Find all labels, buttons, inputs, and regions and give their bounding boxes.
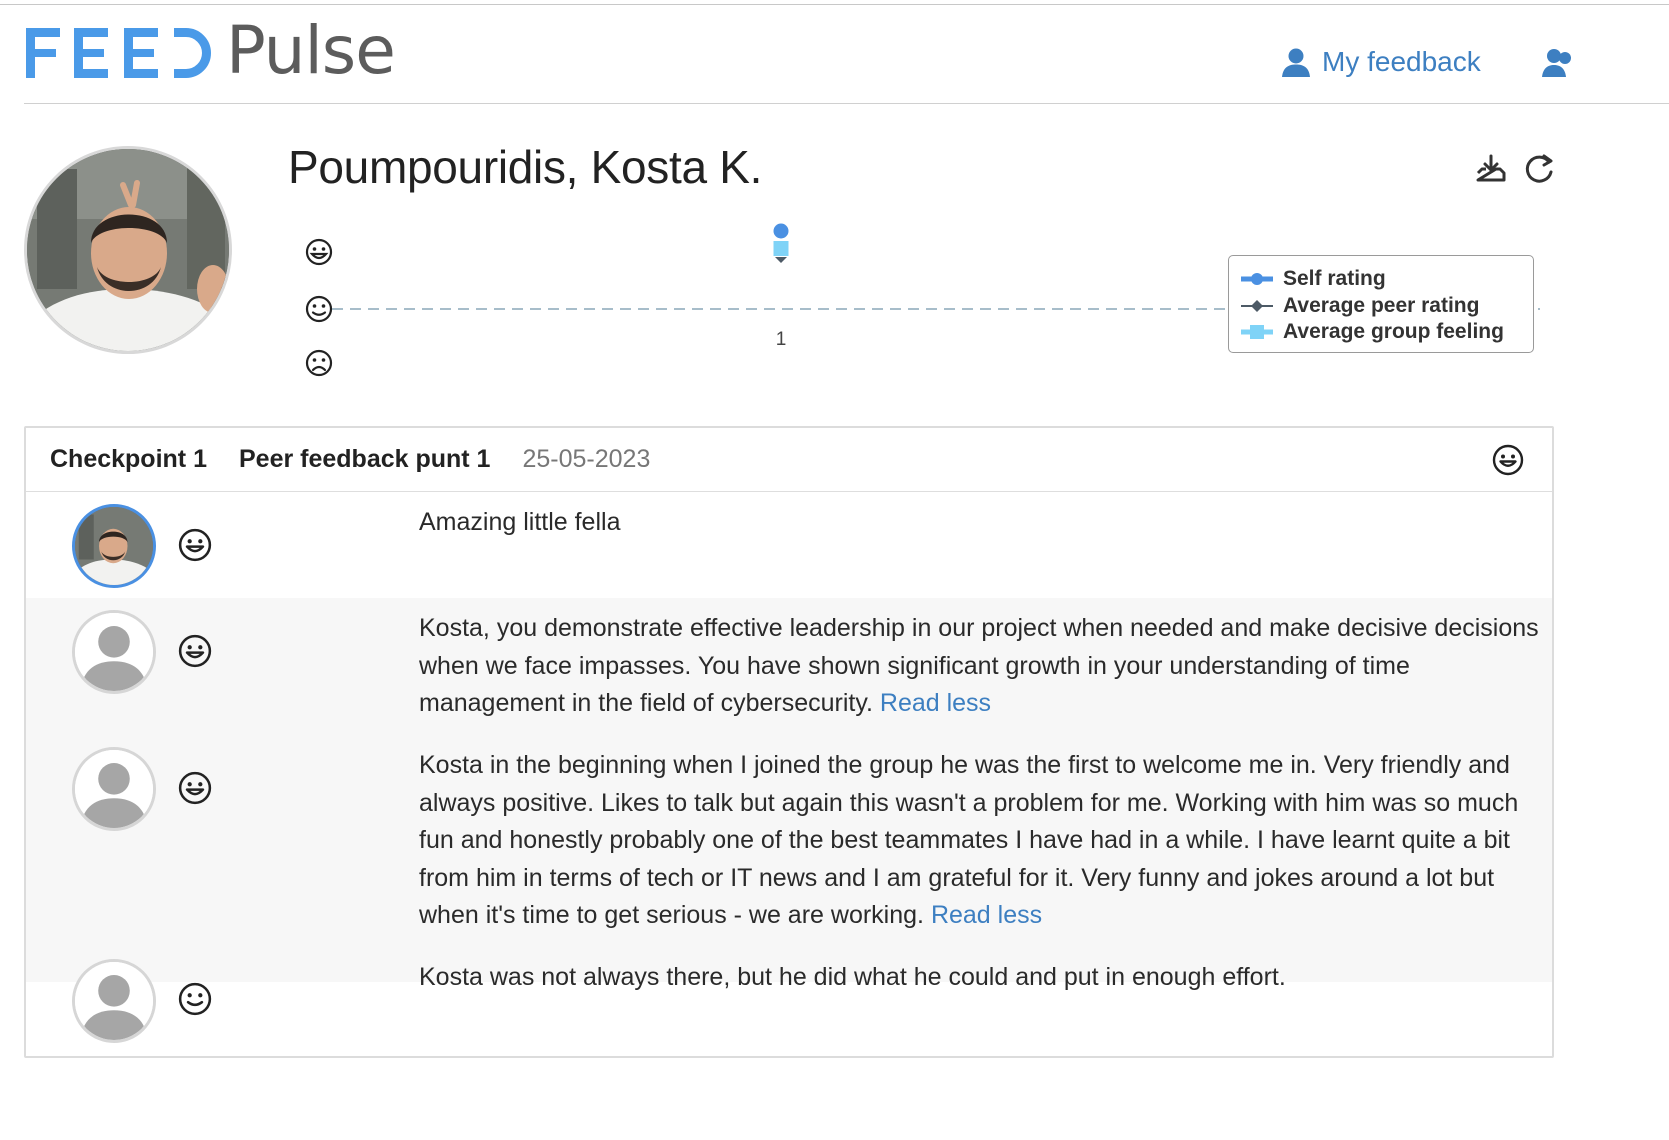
nav-my-feedback-label: My feedback [1322,46,1481,77]
legend-marker-group [1241,325,1273,340]
feedpulse-logo[interactable]: Pulse [24,12,396,89]
default-avatar-icon [75,750,153,828]
feedback-row-group: Kosta, you demonstrate effective leaders… [26,598,1552,1043]
author-avatar-self [72,504,156,588]
feedback-body: Amazing little fella [419,508,621,536]
feedback-text: Kosta, you demonstrate effective leaders… [419,610,1544,723]
feedback-text: Amazing little fella [419,504,1544,542]
checkpoint-date: 25-05-2023 [522,445,651,473]
happy-face-icon [1492,444,1524,476]
feedback-body: Kosta was not always there, but he did w… [419,963,1286,991]
legend-marker-self [1241,273,1273,286]
legend-label-peer: Average peer rating [1283,293,1480,317]
group-feeling-point [773,241,789,256]
person-name: Poumpouridis, Kosta K. [288,141,763,193]
legend-label-group: Average group feeling [1283,320,1504,344]
default-avatar-icon [75,613,153,691]
legend-item-group-feeling[interactable]: Average group feeling [1241,319,1533,346]
feedback-row: Amazing little fella [26,492,1552,598]
feed-logo-mark [26,28,211,78]
legend-item-peer-rating[interactable]: Average peer rating [1241,293,1533,320]
refresh-icon[interactable] [1522,152,1556,186]
sad-face-icon [305,349,333,377]
legend-marker-peer [1241,299,1273,312]
read-less-link[interactable]: Read less [931,901,1042,929]
author-avatar-anonymous [72,610,156,694]
feedback-text: Kosta was not always there, but he did w… [419,959,1544,997]
nav-my-feedback[interactable]: My feedback [1280,46,1481,78]
author-avatar-anonymous [72,959,156,1043]
happy-face-icon [305,238,333,266]
happy-face-icon [178,771,212,805]
author-photo [75,507,153,585]
x-tick-label: 1 [776,329,787,350]
happy-face-icon [178,634,212,668]
neutral-face-icon [178,982,212,1016]
default-avatar-icon [75,962,153,1040]
checkpoint-title: Peer feedback punt 1 [238,445,491,473]
user-icon [1282,48,1310,77]
author-avatar-anonymous [72,747,156,831]
users-icon [1542,49,1571,77]
read-less-link[interactable]: Read less [880,689,991,717]
logo-pulse-text: Pulse [226,12,396,89]
nav-group-feedback[interactable] [1542,46,1584,78]
legend-item-self-rating[interactable]: Self rating [1241,266,1533,293]
checkpoint-header[interactable]: Checkpoint 1 Peer feedback punt 1 25-05-… [26,428,1552,492]
checkpoint-card: Checkpoint 1 Peer feedback punt 1 25-05-… [24,426,1554,1058]
top-rule [0,4,1669,5]
feedback-text: Kosta in the beginning when I joined the… [419,747,1544,935]
profile-photo [27,149,229,351]
checkpoint-label: Checkpoint 1 [50,445,207,473]
download-icon[interactable] [1474,152,1508,186]
chart-legend: Self rating Average peer rating Average … [1228,255,1534,353]
profile-avatar [24,146,232,354]
app-header: Pulse My feedback [24,10,1669,104]
peer-rating-point [775,257,787,263]
neutral-face-icon [305,295,333,323]
legend-label-self: Self rating [1283,267,1386,291]
happy-face-icon [178,528,212,562]
self-rating-point [773,223,789,239]
